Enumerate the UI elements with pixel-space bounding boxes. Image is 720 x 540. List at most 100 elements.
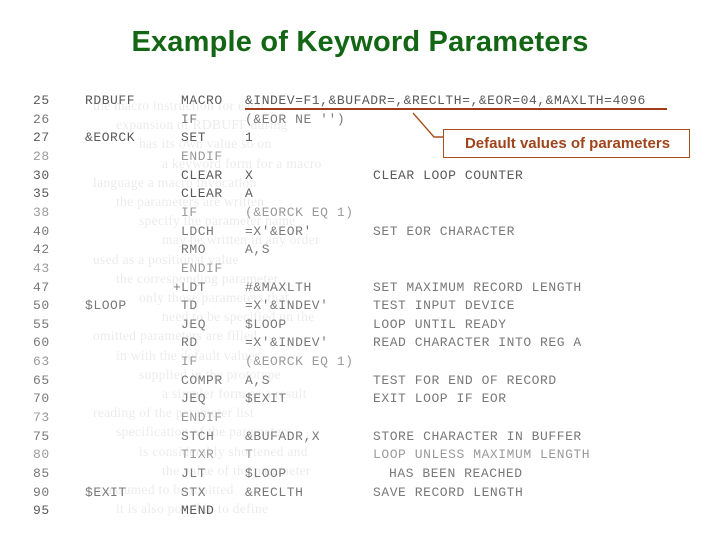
code-line-number: 85 xyxy=(33,466,50,481)
code-comment: STORE CHARACTER IN BUFFER xyxy=(373,428,582,444)
code-opcode: SET xyxy=(181,130,207,146)
code-row: 75 STCH &BUFADR,X STORE CHARACTER IN BUFFER xyxy=(33,428,693,447)
code-operand: (&EOR NE '') xyxy=(245,111,346,127)
operand-underline-mark xyxy=(245,107,667,110)
code-row: 73 ENDIF xyxy=(33,409,693,428)
code-row: 80 TIXR T LOOP UNLESS MAXIMUM LENGTH xyxy=(33,446,693,465)
code-opcode: ENDIF xyxy=(181,148,223,164)
code-line-number: 70 xyxy=(33,391,50,407)
page-title: Example of Keyword Parameters xyxy=(131,26,589,58)
callout-label: Default values of parameters xyxy=(464,135,671,152)
code-operand: X xyxy=(245,167,254,183)
code-line-number: 95 xyxy=(33,503,50,519)
code-opcode: COMPR xyxy=(181,372,223,388)
code-row: 90 $EXIT STX &RECLTH SAVE RECORD LENGTH xyxy=(33,484,693,503)
code-opcode: ENDIF xyxy=(181,410,223,426)
code-operand: &RECLTH xyxy=(245,484,304,500)
code-line-number: 25 xyxy=(33,93,50,108)
code-row: 47 + LDT #&MAXLTH SET MAXIMUM RECORD LENGTH xyxy=(33,279,693,298)
code-row: 26 IF (&EOR NE '') xyxy=(33,111,693,130)
code-opcode: JEQ xyxy=(181,391,207,407)
code-row: 95 MEND xyxy=(33,502,693,521)
code-line-number: 43 xyxy=(33,260,50,276)
code-operand: $LOOP xyxy=(245,466,287,481)
code-comment: TEST INPUT DEVICE xyxy=(373,298,515,314)
code-operand: =X'&EOR' xyxy=(245,223,312,239)
code-line-number: 63 xyxy=(33,354,50,370)
code-operand: T xyxy=(245,447,254,463)
code-line-number: 55 xyxy=(33,316,50,332)
code-comment: READ CHARACTER INTO REG A xyxy=(373,335,582,351)
code-operand: A,S xyxy=(245,372,271,388)
code-line-number: 27 xyxy=(33,130,50,146)
code-opcode: MACRO xyxy=(181,93,223,108)
code-line-number: 50 xyxy=(33,298,50,314)
code-row: 50 $LOOP TD =X'&INDEV' TEST INPUT DEVICE xyxy=(33,297,693,316)
code-operand: (&EORCK EQ 1) xyxy=(245,354,354,370)
callout-box: Default values of parameters xyxy=(443,129,690,158)
code-line-number: 65 xyxy=(33,372,50,388)
code-operand: 1 xyxy=(245,130,254,146)
code-operand: $EXIT xyxy=(245,391,287,407)
code-row: 70 JEQ $EXIT EXIT LOOP IF EOR xyxy=(33,390,693,409)
code-opcode: IF xyxy=(181,111,198,127)
code-line-number: 40 xyxy=(33,223,50,239)
code-label: &EORCK xyxy=(85,130,136,146)
code-opcode: IF xyxy=(181,354,198,370)
code-row: 85 JLT $LOOP HAS BEEN REACHED xyxy=(33,465,693,484)
code-comment: TEST FOR END OF RECORD xyxy=(373,372,557,388)
code-line-number: 42 xyxy=(33,242,50,258)
code-opcode: RD xyxy=(181,335,198,351)
code-line-number: 30 xyxy=(33,167,50,183)
code-row: 43 ENDIF xyxy=(33,260,693,279)
code-comment: CLEAR LOOP COUNTER xyxy=(373,167,524,183)
code-row: 25 RDBUFF MACRO &INDEV=F1,&BUFADR=,&RECLTH=… xyxy=(33,92,693,111)
code-row: 60 RD =X'&INDEV' READ CHARACTER INTO REG A xyxy=(33,334,693,353)
code-comment: SAVE RECORD LENGTH xyxy=(373,484,524,500)
code-opcode: CLEAR xyxy=(181,186,223,202)
code-row: 42 RMO A,S xyxy=(33,241,693,260)
code-comment: LOOP UNTIL READY xyxy=(373,316,507,332)
code-opcode: TIXR xyxy=(181,447,215,463)
code-operand: (&EORCK EQ 1) xyxy=(245,204,354,220)
code-row: 63 IF (&EORCK EQ 1) xyxy=(33,353,693,372)
code-line-number: 90 xyxy=(33,484,50,500)
code-opcode: IF xyxy=(181,204,198,220)
code-opcode: MEND xyxy=(181,503,215,519)
code-label: $LOOP xyxy=(85,298,127,314)
code-line-number: 26 xyxy=(33,111,50,127)
code-row: 55 JEQ $LOOP LOOP UNTIL READY xyxy=(33,316,693,335)
code-row: 38 IF (&EORCK EQ 1) xyxy=(33,204,693,223)
code-row: 35 CLEAR A xyxy=(33,185,693,204)
code-line-number: 38 xyxy=(33,204,50,220)
code-line-number: 80 xyxy=(33,447,50,463)
code-opcode: JLT xyxy=(181,466,207,481)
code-line-number: 60 xyxy=(33,335,50,351)
code-row: 30 CLEAR X CLEAR LOOP COUNTER xyxy=(33,167,693,186)
code-opcode: CLEAR xyxy=(181,167,223,183)
code-line-number: 28 xyxy=(33,148,50,164)
code-opcode: RMO xyxy=(181,242,207,258)
code-opcode: LDT xyxy=(181,279,207,295)
code-row: 65 COMPR A,S TEST FOR END OF RECORD xyxy=(33,372,693,391)
code-label: RDBUFF xyxy=(85,93,136,108)
code-operand: $LOOP xyxy=(245,316,287,332)
code-opcode: STCH xyxy=(181,428,215,444)
code-comment: HAS BEEN REACHED xyxy=(389,466,523,481)
code-operand: =X'&INDEV' xyxy=(245,335,329,351)
code-row: 40 LDCH =X'&EOR' SET EOR CHARACTER xyxy=(33,223,693,242)
code-opcode: ENDIF xyxy=(181,260,223,276)
code-line-number: 73 xyxy=(33,410,50,426)
code-opcode: JEQ xyxy=(181,316,207,332)
code-operand: =X'&INDEV' xyxy=(245,298,329,314)
code-comment: SET MAXIMUM RECORD LENGTH xyxy=(373,279,582,295)
code-line-number: 47 xyxy=(33,279,50,295)
code-operand: &BUFADR,X xyxy=(245,428,321,444)
code-comment: EXIT LOOP IF EOR xyxy=(373,391,507,407)
code-opcode: TD xyxy=(181,298,198,314)
code-operand: A,S xyxy=(245,242,271,258)
code-opcode: STX xyxy=(181,484,207,500)
code-operand: A xyxy=(245,186,254,202)
code-comment: SET EOR CHARACTER xyxy=(373,223,515,239)
code-operand: #&MAXLTH xyxy=(245,279,312,295)
